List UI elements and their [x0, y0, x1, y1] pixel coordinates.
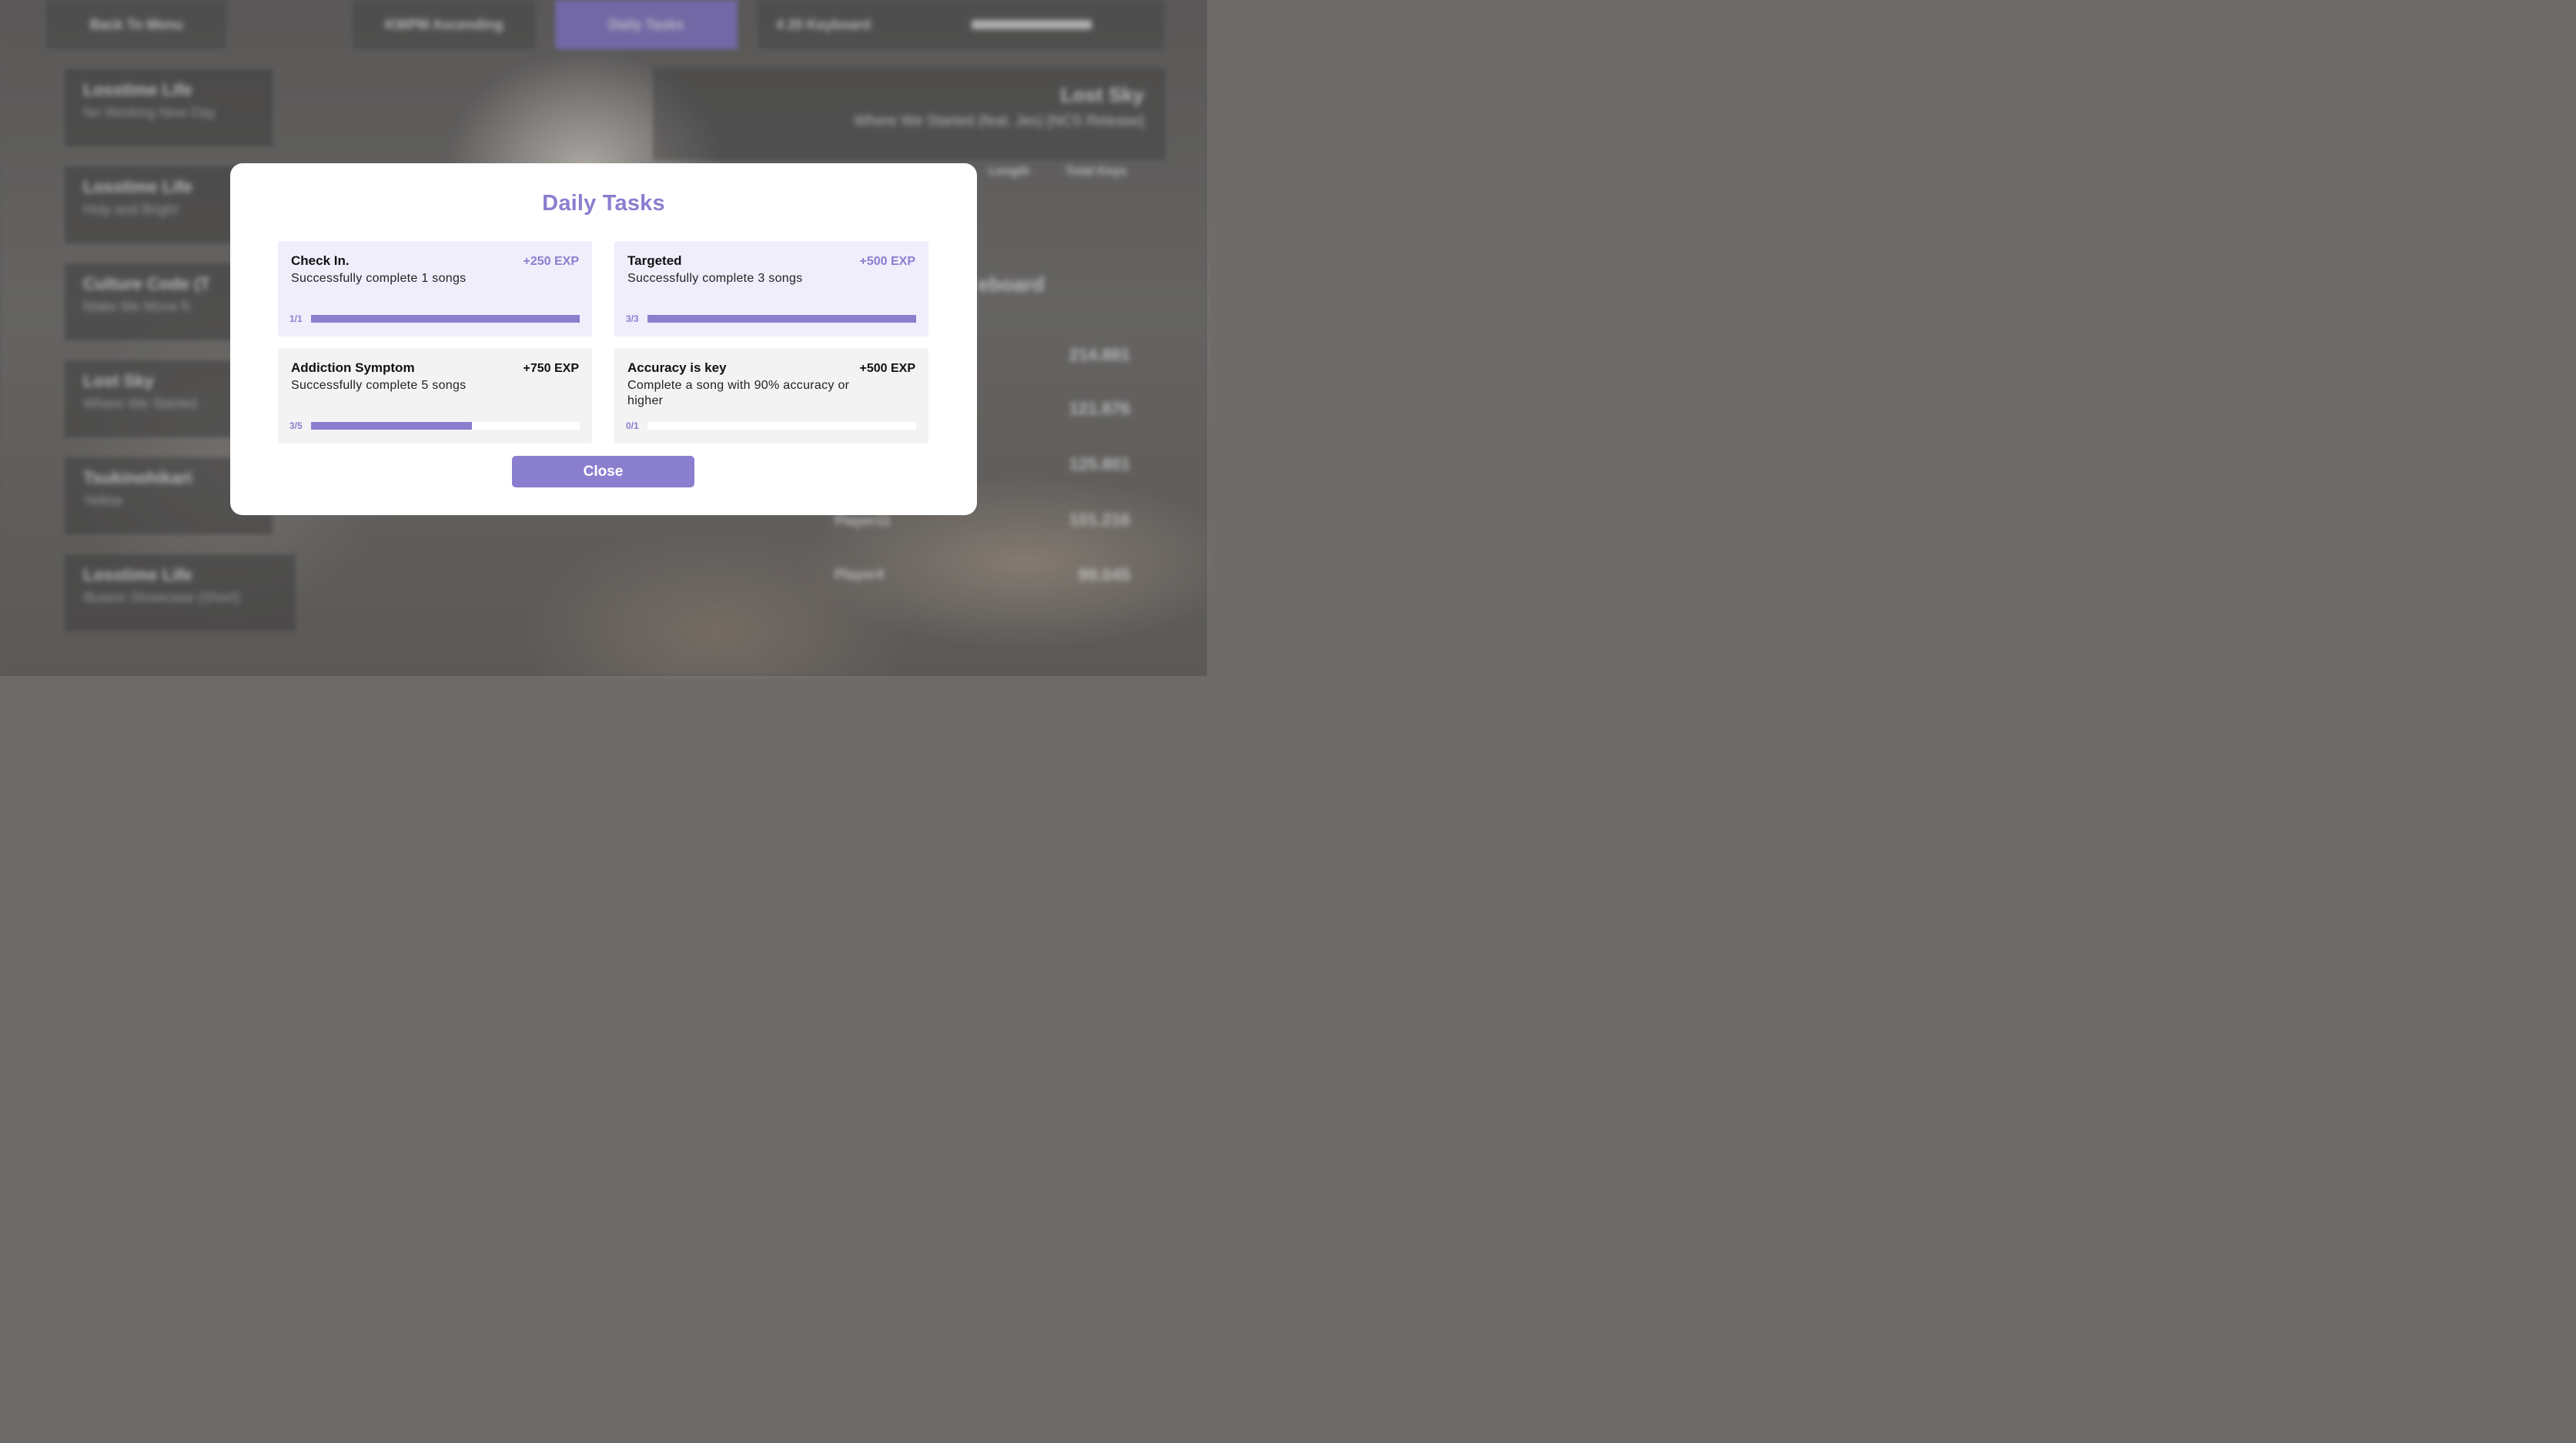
task-name: Targeted [627, 253, 682, 268]
task-exp-reward: +500 EXP [859, 362, 916, 375]
task-card-accuracy-is-key: Accuracy is key +500 EXP Complete a song… [614, 348, 928, 444]
progress-fill [311, 422, 473, 430]
progress-label: 1/1 [289, 313, 303, 324]
progress-fill [311, 315, 580, 323]
task-card-targeted: Targeted +500 EXP Successfully complete … [614, 241, 928, 336]
task-exp-reward: +500 EXP [859, 255, 916, 268]
progress-label: 3/5 [289, 420, 303, 431]
progress-bar [311, 315, 580, 323]
progress-label: 3/3 [626, 313, 639, 324]
task-description: Successfully complete 5 songs [291, 379, 467, 392]
task-progress: 1/1 [289, 313, 580, 324]
task-progress: 0/1 [626, 420, 916, 431]
task-name: Addiction Symptom [291, 360, 415, 375]
task-exp-reward: +250 EXP [523, 255, 580, 268]
task-description: Complete a song with 90% accuracy or hig… [627, 379, 850, 407]
progress-bar [647, 422, 916, 430]
task-description: Successfully complete 3 songs [627, 272, 803, 285]
task-name: Check In. [291, 253, 350, 268]
task-progress: 3/3 [626, 313, 916, 324]
close-button[interactable]: Close [512, 456, 694, 487]
task-progress: 3/5 [289, 420, 580, 431]
task-card-addiction-symptom: Addiction Symptom +750 EXP Successfully … [278, 348, 592, 444]
task-name: Accuracy is key [627, 360, 727, 375]
task-card-check-in: Check In. +250 EXP Successfully complete… [278, 241, 592, 336]
dialog-title: Daily Tasks [542, 191, 665, 216]
progress-label: 0/1 [626, 420, 639, 431]
task-exp-reward: +750 EXP [523, 362, 580, 375]
task-description: Successfully complete 1 songs [291, 272, 467, 285]
progress-fill [647, 315, 916, 323]
progress-bar [311, 422, 580, 430]
progress-bar [647, 315, 916, 323]
